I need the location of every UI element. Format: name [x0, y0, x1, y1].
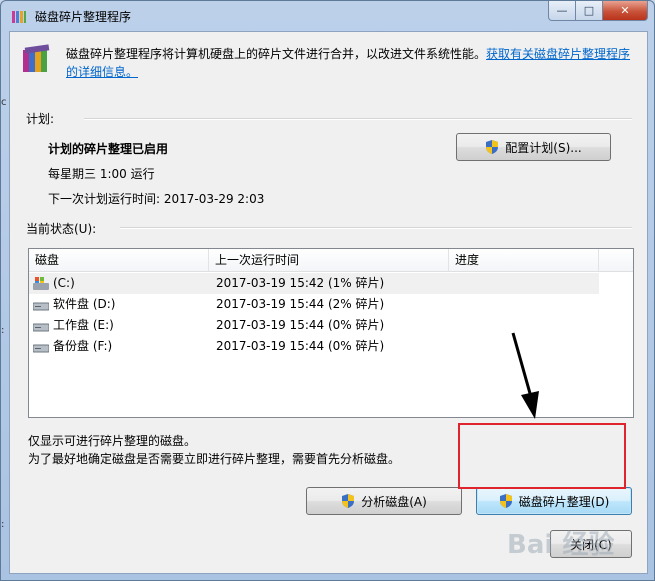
uac-shield-icon: [486, 140, 499, 154]
background-fragment: :: [1, 519, 5, 530]
disk-name: 备份盘 (F:): [53, 339, 113, 353]
status-divider: [120, 227, 632, 229]
annotation-arrow-icon: [511, 332, 539, 419]
disk-name: (C:): [53, 276, 75, 290]
defragment-disk-label: 磁盘碎片整理(D): [518, 494, 610, 509]
current-status-label: 当前状态(U):: [26, 222, 97, 236]
disk-last-run: 2017-03-19 15:44 (0% 碎片): [216, 339, 385, 353]
schedule-next-run: 下一次计划运行时间: 2017-03-29 2:03: [48, 192, 265, 206]
hard-drive-icon: [33, 323, 49, 332]
maximize-icon: □: [583, 4, 595, 17]
hard-drive-icon: [33, 344, 49, 353]
dialog-body: 磁盘碎片整理程序将计算机硬盘上的碎片文件进行合并，以改进文件系统性能。获取有关磁…: [9, 31, 648, 574]
configure-schedule-button[interactable]: 配置计划(S)...: [456, 133, 611, 161]
hard-drive-icon: [33, 302, 49, 311]
disk-name: 工作盘 (E:): [53, 318, 114, 332]
column-disk[interactable]: 磁盘: [29, 249, 209, 271]
caption-buttons: — □ ✕: [548, 1, 648, 21]
disk-row[interactable]: (C:) 2017-03-19 15:42 (1% 碎片): [29, 273, 599, 294]
schedule-frequency: 每星期三 1:00 运行: [48, 167, 155, 181]
intro-text: 磁盘碎片整理程序将计算机硬盘上的碎片文件进行合并，以改进文件系统性能。获取有关磁…: [66, 45, 636, 81]
analyze-disk-button[interactable]: 分析磁盘(A): [306, 487, 462, 515]
disk-name: 软件盘 (D:): [53, 297, 116, 311]
uac-shield-icon: [342, 494, 355, 508]
note-line-1: 仅显示可进行碎片整理的磁盘。: [28, 434, 197, 448]
background-fragment: :: [1, 325, 5, 336]
uac-shield-icon: [499, 494, 512, 508]
schedule-label: 计划:: [26, 112, 55, 126]
annotation-highlight-box: [458, 423, 626, 489]
disk-last-run: 2017-03-19 15:44 (0% 碎片): [216, 318, 385, 332]
disk-last-run: 2017-03-19 15:42 (1% 碎片): [216, 276, 385, 290]
intro-description: 磁盘碎片整理程序将计算机硬盘上的碎片文件进行合并，以改进文件系统性能。: [66, 47, 487, 61]
minimize-icon: —: [556, 4, 568, 17]
analyze-disk-label: 分析磁盘(A): [361, 494, 427, 509]
maximize-button[interactable]: □: [576, 1, 603, 21]
defrag-app-icon: [12, 11, 26, 23]
baidu-jingyan-watermark: Bai 经验: [507, 529, 614, 560]
watermark-text: Bai 经验: [507, 529, 614, 560]
disk-row[interactable]: 软件盘 (D:) 2017-03-19 15:44 (2% 碎片): [29, 294, 599, 315]
disk-last-run: 2017-03-19 15:44 (2% 碎片): [216, 297, 385, 311]
defragment-disk-button[interactable]: 磁盘碎片整理(D): [476, 487, 632, 515]
title-bar[interactable]: 磁盘碎片整理程序 — □ ✕: [1, 1, 654, 31]
minimize-button[interactable]: —: [548, 1, 576, 21]
schedule-divider: [84, 118, 632, 120]
background-fragment: c: [1, 97, 7, 108]
column-last-run[interactable]: 上一次运行时间: [209, 249, 449, 271]
defrag-window: 磁盘碎片整理程序 — □ ✕ 磁盘碎片整理程序将计算机硬盘上的碎片文件进行合并，…: [0, 0, 655, 581]
configure-schedule-label: 配置计划(S)...: [505, 140, 582, 155]
close-window-button[interactable]: ✕: [603, 1, 648, 21]
schedule-status: 计划的碎片整理已启用: [48, 142, 169, 156]
note-line-2: 为了最好地确定磁盘是否需要立即进行碎片整理，需要首先分析磁盘。: [28, 452, 401, 466]
column-progress[interactable]: 进度: [449, 249, 599, 271]
defrag-app-icon: [23, 44, 50, 72]
system-drive-icon: [33, 277, 49, 290]
disk-list-header: 磁盘 上一次运行时间 进度: [29, 249, 633, 272]
close-icon: ✕: [620, 4, 630, 17]
window-title: 磁盘碎片整理程序: [35, 10, 132, 24]
